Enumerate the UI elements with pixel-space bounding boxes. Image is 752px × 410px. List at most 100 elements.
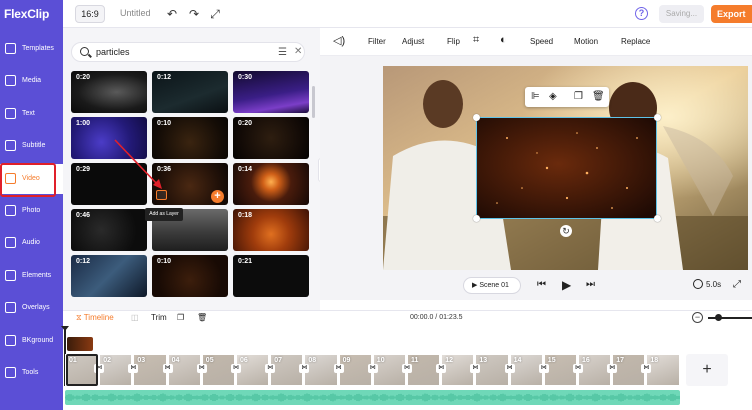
copy-icon[interactable]: ❐ <box>177 313 184 322</box>
add-clip-button[interactable]: + <box>211 190 224 203</box>
scene-duration[interactable]: 5.0s <box>706 280 721 289</box>
tools-icon <box>5 367 16 378</box>
nav-item-tools[interactable]: Tools <box>0 358 63 388</box>
panel-scrollbar[interactable] <box>312 86 315 118</box>
timeline-clip[interactable]: 02 <box>99 354 133 386</box>
zoom-out-icon[interactable]: − <box>692 312 703 323</box>
nav-item-audio[interactable]: Audio <box>0 228 63 258</box>
flip-button[interactable]: Flip <box>447 37 460 46</box>
clip-number: 02 <box>103 357 111 364</box>
add-scene-button[interactable]: + <box>686 354 728 386</box>
trim-button[interactable]: Trim <box>151 313 167 322</box>
nav-item-templates[interactable]: Templates <box>0 34 63 64</box>
transition-icon[interactable]: ⋈ <box>333 364 344 373</box>
video-thumbnail[interactable]: 0:10 <box>152 255 228 297</box>
transition-icon[interactable]: ⋈ <box>231 364 241 373</box>
export-button[interactable]: Export <box>711 5 752 23</box>
crop-icon[interactable]: ⌗ <box>473 34 479 47</box>
video-thumbnail[interactable]: 0:14 <box>233 163 309 205</box>
layers-icon[interactable]: ◈ <box>549 91 557 102</box>
arrow-annotation <box>114 139 162 189</box>
align-icon[interactable]: ⊫ <box>531 91 540 102</box>
video-thumbnail[interactable]: 0:18 <box>233 209 309 251</box>
redo-icon[interactable]: ↷ <box>186 6 202 22</box>
resize-handle-top-right[interactable] <box>654 114 661 121</box>
nav-item-bkground[interactable]: BKground <box>0 326 63 356</box>
timeline-clip[interactable]: 08 <box>304 354 338 386</box>
nav-item-overlays[interactable]: Overlays <box>0 293 63 323</box>
timeline-clip[interactable]: 13 <box>475 354 509 386</box>
motion-button[interactable]: Motion <box>574 37 598 46</box>
timeline-clip[interactable]: 17 <box>612 354 646 386</box>
resize-handle-top-left[interactable] <box>473 114 480 121</box>
video-thumbnail[interactable]: 0:12 <box>152 71 228 113</box>
transition-icon[interactable]: ⋈ <box>538 364 549 373</box>
speed-button[interactable]: Speed <box>530 37 553 46</box>
nav-item-text[interactable]: Text <box>0 99 63 129</box>
transition-icon[interactable]: ⋈ <box>504 364 515 373</box>
adjust-button[interactable]: Adjust <box>402 37 424 46</box>
transition-icon[interactable]: ⋈ <box>402 364 412 373</box>
next-icon[interactable]: ⏭ <box>586 279 595 290</box>
video-thumbnail[interactable]: 0:21 <box>233 255 309 297</box>
document-title[interactable]: Untitled <box>120 8 151 18</box>
layer-context-toolbar: ⊫ ◈ ❐ 🗑 <box>525 87 609 107</box>
color-icon[interactable]: ◐ <box>500 34 507 46</box>
timeline-clip[interactable]: 07 <box>270 354 304 386</box>
resize-handle-bottom-left[interactable] <box>473 215 480 222</box>
video-thumbnail[interactable]: 0:20 <box>233 117 309 159</box>
fullscreen-preview-icon[interactable]: ⤢ <box>733 279 741 290</box>
timeline-clip[interactable]: 03 <box>133 354 167 386</box>
nav-item-media[interactable]: Media <box>0 66 63 96</box>
close-icon[interactable]: ✕ <box>294 46 302 57</box>
rotate-icon[interactable]: ↻ <box>560 225 572 237</box>
fullscreen-icon[interactable]: ⤢ <box>207 6 223 22</box>
nav-label: Text <box>22 110 35 117</box>
nav-item-subtitle[interactable]: Subtitle <box>0 131 63 161</box>
zoom-slider-knob[interactable] <box>715 314 722 321</box>
overlay-layer-clip[interactable] <box>67 337 93 351</box>
split-icon[interactable]: ◫ <box>131 313 139 322</box>
timeline-clip[interactable]: 18 <box>646 354 680 386</box>
audio-track[interactable] <box>65 390 680 405</box>
video-thumbnail[interactable]: 0:12 <box>71 255 147 297</box>
video-thumbnail[interactable]: 0:30 <box>233 71 309 113</box>
undo-icon[interactable]: ↶ <box>164 6 180 22</box>
transition-icon[interactable]: ⋈ <box>196 364 207 373</box>
transition-icon[interactable]: ⋈ <box>299 364 310 373</box>
transition-icon[interactable]: ⋈ <box>162 364 173 373</box>
filter-icon[interactable]: ☰ <box>278 47 287 58</box>
transition-icon[interactable]: ⋈ <box>265 364 276 373</box>
filter-button[interactable]: Filter <box>368 37 386 46</box>
duplicate-icon[interactable]: ❐ <box>574 91 583 102</box>
search-input[interactable]: particles ☰ ✕ <box>71 42 305 62</box>
timeline-clip[interactable]: 12 <box>441 354 475 386</box>
media-icon <box>5 75 16 86</box>
thumbnail-duration: 0:12 <box>76 258 91 265</box>
aspect-ratio-button[interactable]: 16:9 <box>75 5 105 23</box>
help-icon[interactable]: ? <box>635 7 648 20</box>
timeline-tab[interactable]: ⧖ Timeline <box>76 313 114 323</box>
volume-icon[interactable]: ◁) <box>333 34 345 47</box>
video-thumbnail[interactable]: 0:20 <box>71 71 147 113</box>
add-as-layer-icon[interactable] <box>156 190 167 200</box>
nav-item-photo[interactable]: Photo <box>0 196 63 226</box>
delete-icon[interactable]: 🗑 <box>592 91 605 102</box>
previous-icon[interactable]: ⏮ <box>537 279 546 290</box>
replace-button[interactable]: Replace <box>621 37 650 46</box>
transition-icon[interactable]: ⋈ <box>573 364 583 373</box>
transition-icon[interactable]: ⋈ <box>128 364 139 373</box>
transition-icon[interactable]: ⋈ <box>436 364 447 373</box>
transition-icon[interactable]: ⋈ <box>470 364 481 373</box>
nav-item-elements[interactable]: Elements <box>0 261 63 291</box>
transition-icon[interactable]: ⋈ <box>607 364 618 373</box>
trash-icon[interactable]: 🗑 <box>197 313 207 322</box>
video-thumbnail[interactable]: 0:46 <box>71 209 147 251</box>
overlay-layer[interactable] <box>476 117 657 219</box>
scene-selector[interactable]: ▶ Scene 01 <box>463 277 521 294</box>
transition-icon[interactable]: ⋈ <box>367 364 378 373</box>
transition-icon[interactable]: ⋈ <box>641 364 652 373</box>
play-icon[interactable]: ▶ <box>562 278 571 292</box>
resize-handle-bottom-right[interactable] <box>654 215 661 222</box>
flexclip-logo[interactable]: FlexClip <box>0 0 63 28</box>
